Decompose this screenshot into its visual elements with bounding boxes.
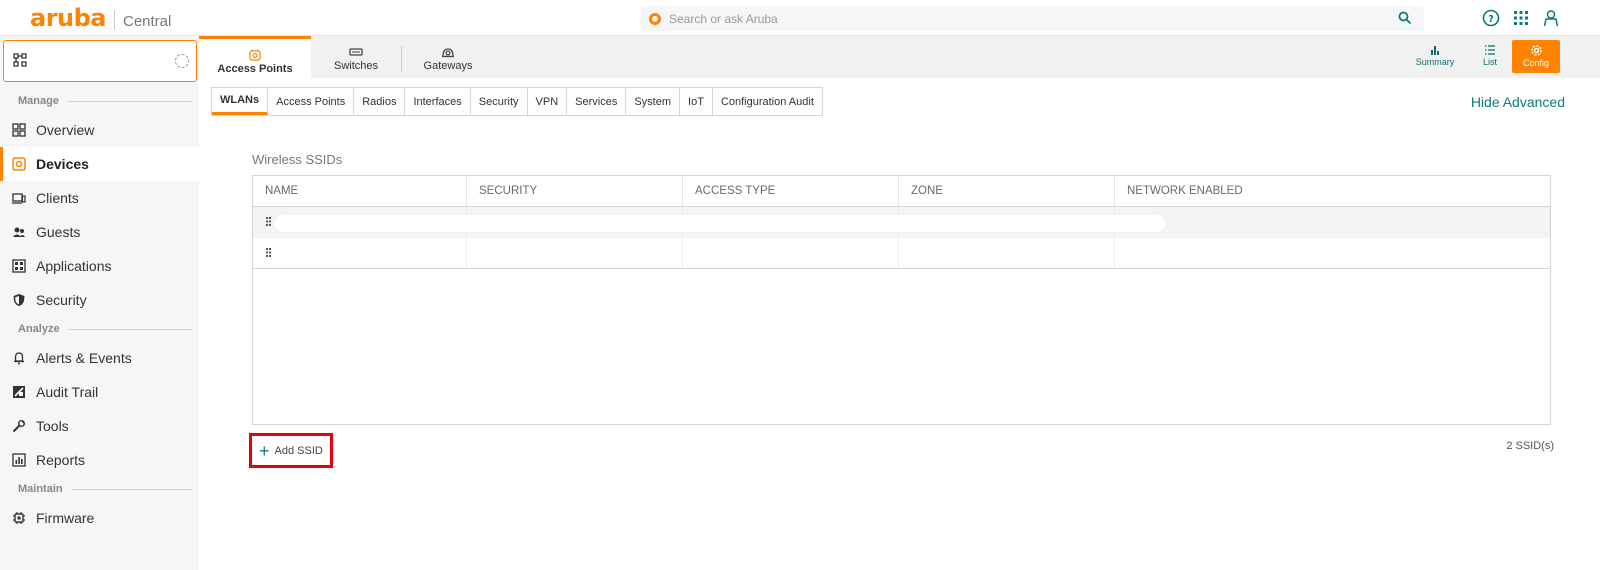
clients-icon	[12, 193, 26, 204]
chip-icon	[13, 512, 25, 524]
list-view-button[interactable]: List	[1467, 40, 1513, 74]
user-icon[interactable]	[1542, 9, 1560, 27]
column-header-name[interactable]: NAME	[253, 176, 467, 206]
subtab-interfaces[interactable]: Interfaces	[405, 88, 471, 115]
grid-icon	[12, 123, 26, 137]
gateway-icon	[442, 48, 454, 58]
plus-icon: +	[259, 440, 270, 461]
switch-icon	[349, 48, 363, 56]
sidebar-item-devices[interactable]: Devices	[0, 147, 199, 181]
wireless-ssids-title: Wireless SSIDs	[252, 152, 343, 167]
subtab-iot[interactable]: IoT	[680, 88, 713, 115]
ssid-table: NAME SECURITY ACCESS TYPE ZONE NETWORK E…	[252, 175, 1551, 425]
audit-icon	[13, 386, 25, 398]
search-input[interactable]	[669, 11, 1369, 26]
aruba-assistant-icon	[649, 12, 661, 25]
svg-text:?: ?	[1488, 14, 1494, 25]
logo-wordmark: aruba	[30, 4, 107, 32]
add-ssid-button[interactable]: + Add SSID	[249, 433, 333, 468]
sidebar-item-overview[interactable]: Overview	[0, 113, 199, 147]
hide-advanced-link[interactable]: Hide Advanced	[1471, 94, 1565, 110]
column-header-security[interactable]: SECURITY	[467, 176, 683, 206]
group-icon	[13, 53, 27, 67]
logo-divider	[114, 10, 115, 30]
tab-gateways[interactable]: Gateways	[402, 36, 494, 78]
table-row[interactable]	[253, 207, 1550, 238]
device-type-tabs: Access Points Switches Gateways Summary …	[199, 36, 1600, 78]
reports-icon	[12, 453, 26, 467]
subtab-radios[interactable]: Radios	[354, 88, 406, 115]
context-selector[interactable]	[3, 40, 197, 82]
aruba-logo[interactable]: aruba Central	[30, 6, 171, 34]
table-header: NAME SECURITY ACCESS TYPE ZONE NETWORK E…	[253, 176, 1550, 207]
list-icon	[1485, 45, 1495, 55]
table-row[interactable]	[253, 238, 1550, 269]
column-header-access-type[interactable]: ACCESS TYPE	[683, 176, 899, 206]
section-maintain: Maintain	[0, 482, 199, 496]
shield-icon	[13, 294, 25, 306]
gear-icon	[1530, 45, 1542, 56]
subtab-services[interactable]: Services	[567, 88, 627, 115]
sidebar-item-security[interactable]: Security	[0, 283, 199, 317]
subtab-wlans[interactable]: WLANs	[212, 88, 269, 115]
sidebar-item-guests[interactable]: Guests	[0, 215, 199, 249]
redacted-row-content	[275, 215, 1165, 232]
section-manage: Manage	[0, 94, 199, 108]
subtab-configuration-audit[interactable]: Configuration Audit	[712, 88, 822, 115]
summary-view-button[interactable]: Summary	[1412, 40, 1458, 74]
search-icon[interactable]	[1398, 11, 1412, 25]
sidebar-item-applications[interactable]: Applications	[0, 249, 199, 283]
subtab-security[interactable]: Security	[470, 88, 528, 115]
subtab-access-points[interactable]: Access Points	[268, 88, 355, 115]
sidebar-item-tools[interactable]: Tools	[0, 409, 199, 443]
bell-icon	[14, 352, 24, 365]
guests-icon	[13, 227, 25, 237]
column-header-network-enabled[interactable]: NETWORK ENABLED	[1115, 176, 1550, 206]
product-name: Central	[123, 13, 172, 30]
top-bar: aruba Central ?	[0, 0, 1600, 36]
drag-handle-icon[interactable]	[266, 217, 273, 226]
config-view-button[interactable]: Config	[1512, 40, 1560, 73]
subtab-system[interactable]: System	[626, 88, 681, 115]
help-icon[interactable]: ?	[1482, 9, 1500, 27]
sidebar-item-alerts-events[interactable]: Alerts & Events	[0, 341, 199, 375]
sidebar-item-reports[interactable]: Reports	[0, 443, 199, 477]
sidebar-item-firmware[interactable]: Firmware	[0, 501, 199, 535]
sidebar: Manage Overview Devices Clients Guests A…	[0, 36, 199, 570]
access-point-icon	[249, 49, 261, 61]
ssid-count: 2 SSID(s)	[1506, 440, 1554, 452]
subtab-vpn[interactable]: VPN	[527, 88, 568, 115]
applications-icon	[12, 259, 26, 273]
sidebar-item-audit-trail[interactable]: Audit Trail	[0, 375, 199, 409]
search-bar[interactable]	[641, 6, 1424, 31]
column-header-zone[interactable]: ZONE	[899, 176, 1115, 206]
tab-switches[interactable]: Switches	[311, 36, 401, 78]
config-sub-tabs: WLANs Access Points Radios Interfaces Se…	[211, 87, 823, 116]
top-icons: ?	[1482, 9, 1560, 27]
apps-grid-icon[interactable]	[1512, 9, 1530, 27]
tab-access-points[interactable]: Access Points	[199, 36, 311, 78]
bar-chart-icon	[1431, 46, 1439, 55]
sidebar-item-clients[interactable]: Clients	[0, 181, 199, 215]
drag-handle-icon[interactable]	[266, 248, 273, 257]
devices-icon	[12, 157, 26, 171]
section-analyze: Analyze	[0, 322, 199, 336]
wrench-icon	[12, 420, 25, 433]
loading-spinner-icon	[175, 54, 189, 68]
